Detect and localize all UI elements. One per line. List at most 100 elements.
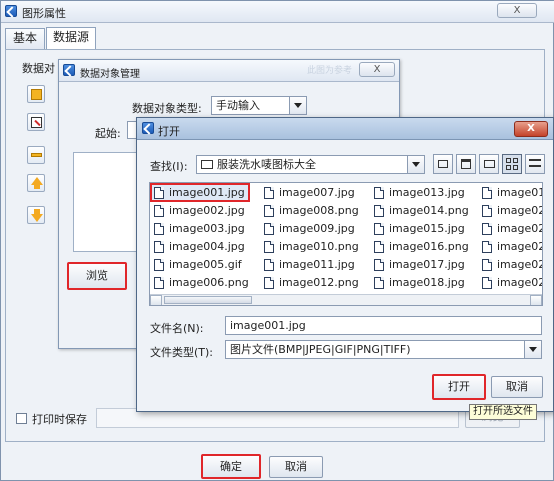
file-list[interactable]: image001.jpg image002.jpg image003.jpg imag…	[149, 182, 543, 306]
file-item[interactable]: image007.jpg	[262, 185, 355, 201]
file-item[interactable]: image005.gif	[152, 257, 242, 273]
file-icon	[154, 223, 164, 235]
file-icon	[154, 205, 164, 217]
file-name: image016.png	[389, 240, 469, 253]
tab-basic[interactable]: 基本	[5, 28, 45, 49]
lookin-select[interactable]: 服装洗水唛图标大全	[196, 155, 425, 174]
file-item[interactable]: image016.png	[372, 239, 469, 255]
app-icon	[142, 122, 154, 134]
file-item[interactable]: image013.jpg	[372, 185, 465, 201]
print-save-checkbox[interactable]	[16, 413, 27, 424]
file-item[interactable]: image02	[480, 275, 542, 291]
file-name: image001.jpg	[169, 186, 245, 199]
file-icon	[264, 187, 274, 199]
data-object-label: 数据对	[22, 62, 55, 75]
edit-item-button[interactable]	[27, 113, 45, 131]
open-file-dialog: 打开 X 查找(I): 服装洗水唛图标大全 image001.jpg image0…	[136, 117, 554, 412]
file-icon	[482, 187, 492, 199]
edit-icon	[31, 117, 42, 128]
folder-icon	[201, 160, 213, 169]
up-folder-icon	[438, 160, 448, 168]
details-view-button[interactable]	[525, 154, 545, 174]
open-button[interactable]: 打开	[432, 374, 486, 400]
new-folder-button[interactable]	[479, 154, 499, 174]
filetype-value: 图片文件(BMP|JPEG|GIF|PNG|TIFF)	[230, 343, 411, 356]
add-item-button[interactable]	[27, 85, 45, 103]
chevron-down-icon[interactable]	[289, 97, 306, 114]
data-content-area[interactable]	[73, 152, 139, 252]
file-name: image014.png	[389, 204, 469, 217]
file-item[interactable]: image009.jpg	[262, 221, 355, 237]
file-item-selected[interactable]: image001.jpg	[150, 183, 250, 202]
open-dialog-title: 打开	[158, 125, 180, 138]
scrollbar-thumb[interactable]	[164, 296, 252, 304]
file-item[interactable]: image004.jpg	[152, 239, 245, 255]
lookin-label: 查找(I):	[150, 160, 188, 173]
main-close-button[interactable]: X	[497, 3, 537, 18]
file-item[interactable]: image006.png	[152, 275, 249, 291]
file-icon	[482, 241, 492, 253]
file-item[interactable]: image02	[480, 257, 542, 273]
ok-button[interactable]: 确定	[201, 454, 261, 479]
file-item[interactable]: image02	[480, 203, 542, 219]
file-item[interactable]: image02	[480, 221, 542, 237]
chevron-down-icon[interactable]	[407, 156, 424, 173]
file-icon	[482, 259, 492, 271]
filetype-select[interactable]: 图片文件(BMP|JPEG|GIF|PNG|TIFF)	[225, 340, 542, 359]
file-icon	[154, 277, 164, 289]
up-folder-button[interactable]	[433, 154, 453, 174]
file-item[interactable]: image003.jpg	[152, 221, 245, 237]
file-item[interactable]: image018.jpg	[372, 275, 465, 291]
file-item[interactable]: image01	[480, 185, 542, 201]
file-name: image012.png	[279, 276, 359, 289]
file-item[interactable]: image017.jpg	[372, 257, 465, 273]
file-icon	[482, 223, 492, 235]
scroll-right-icon[interactable]	[530, 295, 542, 305]
file-item[interactable]: image014.png	[372, 203, 469, 219]
filename-input[interactable]: image001.jpg	[225, 316, 542, 335]
lookin-value: 服装洗水唛图标大全	[217, 158, 316, 171]
main-title-bar: 图形属性 X	[1, 1, 554, 23]
file-name: image013.jpg	[389, 186, 465, 199]
file-icon	[374, 277, 384, 289]
faded-title-text: 此图为参考	[307, 66, 353, 76]
open-dialog-close-button[interactable]: X	[514, 121, 548, 137]
move-up-button[interactable]	[27, 174, 45, 192]
scroll-left-icon[interactable]	[150, 295, 162, 305]
file-item[interactable]: image012.png	[262, 275, 359, 291]
file-icon	[374, 205, 384, 217]
file-item[interactable]: image010.png	[262, 239, 359, 255]
move-down-button[interactable]	[27, 206, 45, 224]
horizontal-scrollbar[interactable]	[150, 294, 542, 305]
details-view-icon	[529, 159, 541, 161]
data-dialog-close-button[interactable]: X	[359, 62, 395, 77]
data-type-value: 手动输入	[216, 99, 260, 112]
chevron-down-icon[interactable]	[524, 341, 541, 358]
file-name: image011.jpg	[279, 258, 355, 271]
data-type-select[interactable]: 手动输入	[211, 96, 307, 115]
browse-button[interactable]: 浏览	[67, 262, 127, 290]
file-icon	[482, 205, 492, 217]
file-item[interactable]: image02	[480, 239, 542, 255]
file-item[interactable]: image011.jpg	[262, 257, 355, 273]
remove-item-button[interactable]	[27, 146, 45, 164]
file-item[interactable]: image002.jpg	[152, 203, 245, 219]
home-icon	[461, 159, 471, 169]
cancel-button[interactable]: 取消	[269, 456, 323, 478]
data-dialog-title-bar: 数据对象管理 此图为参考 X	[59, 60, 399, 82]
new-folder-icon	[484, 160, 495, 168]
file-item[interactable]: image008.png	[262, 203, 359, 219]
file-name: image015.jpg	[389, 222, 465, 235]
filename-label: 文件名(N):	[150, 322, 204, 335]
tab-data-source[interactable]: 数据源	[46, 27, 96, 49]
file-icon	[264, 205, 274, 217]
file-item[interactable]: image015.jpg	[372, 221, 465, 237]
file-name: image008.png	[279, 204, 359, 217]
start-label: 起始:	[95, 127, 121, 140]
file-icon	[154, 241, 164, 253]
file-icon	[264, 223, 274, 235]
open-cancel-button[interactable]: 取消	[491, 376, 543, 398]
home-button[interactable]	[456, 154, 476, 174]
list-view-button[interactable]	[502, 154, 522, 174]
remove-icon	[31, 153, 42, 157]
